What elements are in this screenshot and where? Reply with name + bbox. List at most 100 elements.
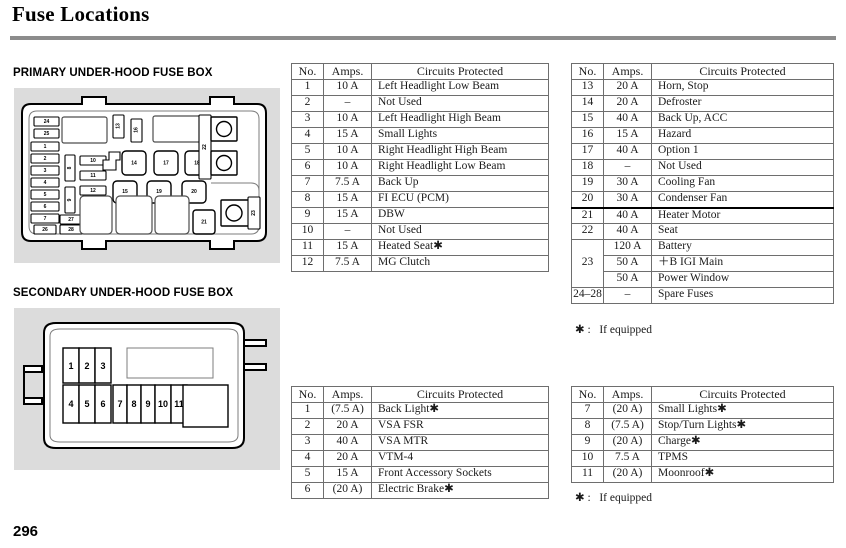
cell-circuit: Right Headlight High Beam [371, 143, 549, 160]
cell-fuse-no: 17 [571, 143, 604, 160]
cell-amps: (20 A) [323, 482, 372, 499]
cell-circuit: Left Headlight Low Beam [371, 79, 549, 96]
cell-fuse-no: 21 [571, 206, 604, 224]
svg-text:5: 5 [84, 399, 89, 409]
table-row: 4 15 A Small Lights [291, 127, 549, 144]
column-header-amps: Amps. [603, 386, 652, 403]
column-header-amps: Amps. [603, 63, 652, 80]
cell-amps: 15 A [603, 127, 652, 144]
primary-right-body: 13 20 A Horn, Stop 14 20 A Defroster 15 40 A Bac… [571, 79, 834, 304]
cell-fuse-no: 1 [291, 79, 324, 96]
cell-circuit: FI ECU (PCM) [371, 191, 549, 208]
cell-fuse-no: 10 [571, 450, 604, 467]
cell-circuit: Back Up [371, 175, 549, 192]
cell-circuit: Stop/Turn Lights✱ [651, 418, 834, 435]
cell-amps: 20 A [323, 450, 372, 467]
cell-amps: 10 A [323, 79, 372, 96]
table-row: 19 30 A Cooling Fan [571, 175, 834, 192]
svg-text:14: 14 [131, 161, 137, 167]
primary-under-hood-fuse-box-diagram: 24 25 1 2 3 4 5 6 7 26 27 28 8 9 10 11 1… [14, 88, 280, 263]
cell-fuse-no: 23 [571, 239, 604, 288]
title-divider [10, 36, 836, 40]
table-row: 6 10 A Right Headlight Low Beam [291, 159, 549, 176]
svg-text:4: 4 [44, 180, 47, 186]
table-row: 10 7.5 A TPMS [571, 450, 834, 467]
cell-circuit: Horn, Stop [651, 79, 834, 96]
cell-fuse-no: 19 [571, 175, 604, 192]
table-header-row: No. Amps. Circuits Protected [291, 386, 549, 403]
svg-text:10: 10 [90, 158, 96, 164]
cell-circuit: Back Up, ACC [651, 111, 834, 128]
svg-text:12: 12 [90, 188, 96, 194]
svg-text:15: 15 [122, 189, 128, 195]
cell-fuse-no: 11 [571, 466, 604, 483]
svg-text:10: 10 [158, 399, 168, 409]
cell-fuse-no: 2 [291, 95, 324, 112]
cell-circuit: Battery [651, 239, 834, 256]
table-row: 8 15 A FI ECU (PCM) [291, 191, 549, 208]
svg-text:9: 9 [145, 399, 150, 409]
footnote-if-equipped-lower: ✱ : If equipped [575, 492, 653, 504]
cell-amps: (7.5 A) [323, 402, 372, 419]
cell-circuit: Right Headlight Low Beam [371, 159, 549, 176]
svg-text:9: 9 [67, 198, 73, 201]
cell-circuit: Moonroof✱ [651, 466, 834, 483]
table-row: 3 10 A Left Headlight High Beam [291, 111, 549, 128]
table-row: 14 20 A Defroster [571, 95, 834, 112]
cell-circuit: Front Accessory Sockets [371, 466, 549, 483]
cell-amps: (20 A) [603, 402, 652, 419]
cell-fuse-no: 6 [291, 159, 324, 176]
cell-fuse-no: 12 [291, 255, 324, 272]
primary-fuse-slot-group-10-12: 10 11 12 [79, 155, 107, 196]
table-row: 50 A ＋B IGI Main [572, 255, 834, 272]
cell-fuse-no: 8 [291, 191, 324, 208]
cell-fuse-no: 18 [571, 159, 604, 176]
secondary-fuse-table-right: No. Amps. Circuits Protected 7 (20 A) Smal… [571, 386, 834, 483]
table-row: 13 20 A Horn, Stop [571, 79, 834, 96]
cell-fuse-no: 24–28 [571, 287, 604, 304]
cell-fuse-no: 8 [571, 418, 604, 435]
table-row: 12 7.5 A MG Clutch [291, 255, 549, 272]
cell-circuit: Cooling Fan [651, 175, 834, 192]
cell-amps: 15 A [323, 127, 372, 144]
svg-text:11: 11 [90, 173, 96, 179]
svg-text:1: 1 [44, 144, 47, 150]
cell-fuse-no: 14 [571, 95, 604, 112]
cell-circuit: Small Lights✱ [651, 402, 834, 419]
svg-text:16: 16 [134, 127, 140, 133]
cell-fuse-no: 5 [291, 143, 324, 160]
cell-amps: 40 A [603, 223, 652, 240]
cell-circuit: Heater Motor [651, 206, 834, 224]
column-header-circuits: Circuits Protected [651, 63, 834, 80]
cell-amps: 40 A [603, 111, 652, 128]
svg-text:6: 6 [100, 399, 105, 409]
svg-text:5: 5 [44, 192, 47, 198]
cell-amps: 40 A [323, 434, 372, 451]
cell-fuse-no: 9 [291, 207, 324, 224]
table-header-row: No. Amps. Circuits Protected [571, 63, 834, 80]
svg-text:13: 13 [116, 123, 122, 129]
svg-text:2: 2 [84, 361, 89, 371]
cell-amps: 30 A [603, 191, 652, 208]
cell-amps: 10 A [323, 159, 372, 176]
column-header-no: No. [291, 63, 324, 80]
cell-amps: 120 A [603, 239, 652, 256]
cell-fuse-no: 11 [291, 239, 324, 256]
table-row: 16 15 A Hazard [571, 127, 834, 144]
column-header-circuits: Circuits Protected [371, 63, 549, 80]
table-row: 23 120 A Battery [571, 239, 834, 288]
svg-text:3: 3 [44, 168, 47, 174]
table-row: 9 (20 A) Charge✱ [571, 434, 834, 451]
svg-text:3: 3 [100, 361, 105, 371]
primary-fuse-table-right: No. Amps. Circuits Protected 13 20 A Horn,… [571, 63, 834, 304]
secondary-fuse-box-heading: SECONDARY UNDER-HOOD FUSE BOX [13, 287, 234, 299]
cell-amps: (20 A) [603, 434, 652, 451]
cell-circuit: Spare Fuses [651, 287, 834, 304]
primary-relay-group-top: 13 16 [61, 114, 209, 144]
svg-text:4: 4 [68, 399, 73, 409]
primary-main-fuse-23: 23 [220, 196, 261, 230]
cell-circuit: Small Lights [371, 127, 549, 144]
secondary-left-body: 1 (7.5 A) Back Light✱ 2 20 A VSA FSR 3 40 A VSA … [291, 402, 549, 499]
table-row: 10– Not Used [291, 223, 549, 240]
table-row: 1 (7.5 A) Back Light✱ [291, 402, 549, 419]
